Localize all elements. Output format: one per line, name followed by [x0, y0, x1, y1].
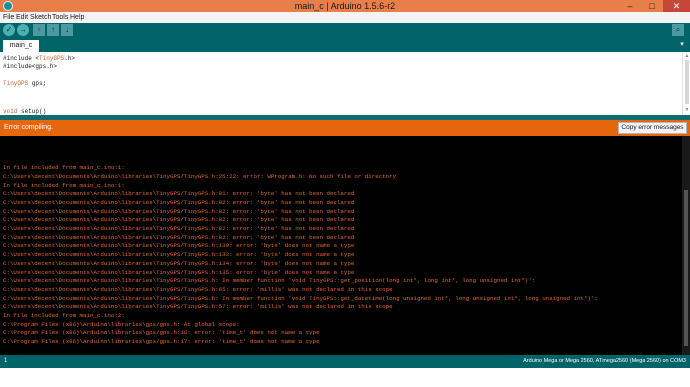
open-sketch-icon[interactable]: ↑ — [47, 24, 59, 36]
console-line: C:\Users\decent\Documents\Arduino\librar… — [3, 198, 355, 206]
console-line: C:\Program Files (x86)\Arduino\libraries… — [3, 338, 320, 346]
console-scroll-thumb[interactable] — [684, 190, 688, 346]
bottom-status-bar: 1 Arduino Mega or Mega 2560, ATmega2560 … — [0, 355, 690, 368]
console-line: C:\Users\decent\Documents\Arduino\librar… — [3, 259, 355, 267]
code-line: void setup() — [3, 108, 47, 115]
close-button[interactable]: ✕ — [663, 0, 690, 12]
editor-scrollbar[interactable]: ▲ ▼ — [682, 52, 690, 115]
console-line: C:\Users\decent\Documents\Arduino\librar… — [3, 207, 355, 215]
menu-help[interactable]: Help — [70, 12, 84, 23]
console-line: C:\Users\decent\Documents\Arduino\librar… — [3, 225, 355, 232]
line-number: 1 — [4, 358, 8, 364]
board-info: Arduino Mega or Mega 2560, ATmega2560 (M… — [523, 358, 686, 364]
maximize-button[interactable]: □ — [641, 0, 663, 12]
menu-sketch[interactable]: Sketch — [30, 12, 51, 23]
console-line: C:\Users\decent\Documents\Arduino\librar… — [3, 216, 355, 224]
console-line: C:\Users\decent\Documents\Arduino\librar… — [3, 172, 397, 180]
verify-icon[interactable]: ✓ — [3, 24, 15, 36]
minimize-button[interactable]: – — [619, 0, 641, 12]
scroll-up-icon[interactable]: ▲ — [684, 53, 690, 59]
window-bottom-edge — [0, 368, 690, 387]
arduino-ide-window: main_c | Arduino 1.5.6-r2 – □ ✕ File Edi… — [0, 0, 690, 387]
console-line: C:\Users\decent\Documents\Arduino\librar… — [3, 233, 355, 241]
code-line: #include <TinyGPS.h> — [3, 55, 76, 62]
error-status-bar: Error compiling. Copy error messages — [0, 120, 690, 136]
console-line: C:\Users\decent\Documents\Arduino\librar… — [3, 294, 598, 302]
code-editor[interactable]: #include <TinyGPS.h> #include<gps.h> Tin… — [0, 52, 682, 115]
status-message: Error compiling. — [4, 124, 54, 131]
window-title: main_c | Arduino 1.5.6-r2 — [294, 1, 396, 11]
console-line: C:\Users\decent\Documents\Arduino\librar… — [3, 285, 393, 293]
console-line: C:\Users\decent\Documents\Arduino\librar… — [3, 251, 355, 259]
save-sketch-icon[interactable]: ↓ — [61, 24, 73, 36]
console-line: C:\Users\decent\Documents\Arduino\librar… — [3, 242, 355, 250]
console-line: C:\Users\decent\Documents\Arduino\librar… — [3, 268, 355, 276]
toolbar: ✓ → ▫ ↑ ↓ ⌕ — [0, 23, 690, 38]
menu-bar: File Edit Sketch Tools Help — [0, 12, 690, 23]
copy-error-messages-button[interactable]: Copy error messages — [618, 122, 687, 134]
console-line: In file included from main_c.ino:2: — [3, 312, 125, 319]
console-line: C:\Program Files (x86)\Arduino\libraries… — [3, 320, 240, 328]
upload-icon[interactable]: → — [17, 24, 29, 36]
menu-tools[interactable]: Tools — [52, 12, 68, 23]
console-line: C:\Program Files (x86)\Arduino\libraries… — [3, 329, 320, 337]
serial-monitor-icon[interactable]: ⌕ — [672, 24, 684, 36]
console-line: In file included from main_c.ino:1: — [3, 164, 125, 172]
tab-menu-icon[interactable]: ▾ — [677, 40, 687, 50]
code-line: #include<gps.h> — [3, 63, 58, 70]
menu-edit[interactable]: Edit — [16, 12, 28, 23]
scroll-down-icon[interactable]: ▼ — [684, 107, 690, 113]
menu-file[interactable]: File — [3, 12, 14, 23]
console-line: C:\Users\decent\Documents\Arduino\librar… — [3, 303, 393, 311]
console-line: C:\Users\decent\Documents\Arduino\librar… — [3, 277, 536, 285]
console-scrollbar[interactable] — [682, 136, 690, 355]
tab-main-c[interactable]: main_c — [3, 40, 39, 52]
title-bar: main_c | Arduino 1.5.6-r2 – □ ✕ — [0, 0, 690, 12]
editor-scroll-thumb[interactable] — [685, 60, 689, 104]
new-sketch-icon[interactable]: ▫ — [33, 24, 45, 36]
tab-strip: main_c ▾ — [0, 38, 690, 52]
console-output[interactable]: In file included from main_c.ino:1: C:\Us… — [0, 136, 682, 355]
code-line: TinyGPS gps; — [3, 80, 47, 87]
console-line: In file included from main_c.ino:1: — [3, 181, 125, 189]
console-line: C:\Users\decent\Documents\Arduino\librar… — [3, 190, 355, 198]
